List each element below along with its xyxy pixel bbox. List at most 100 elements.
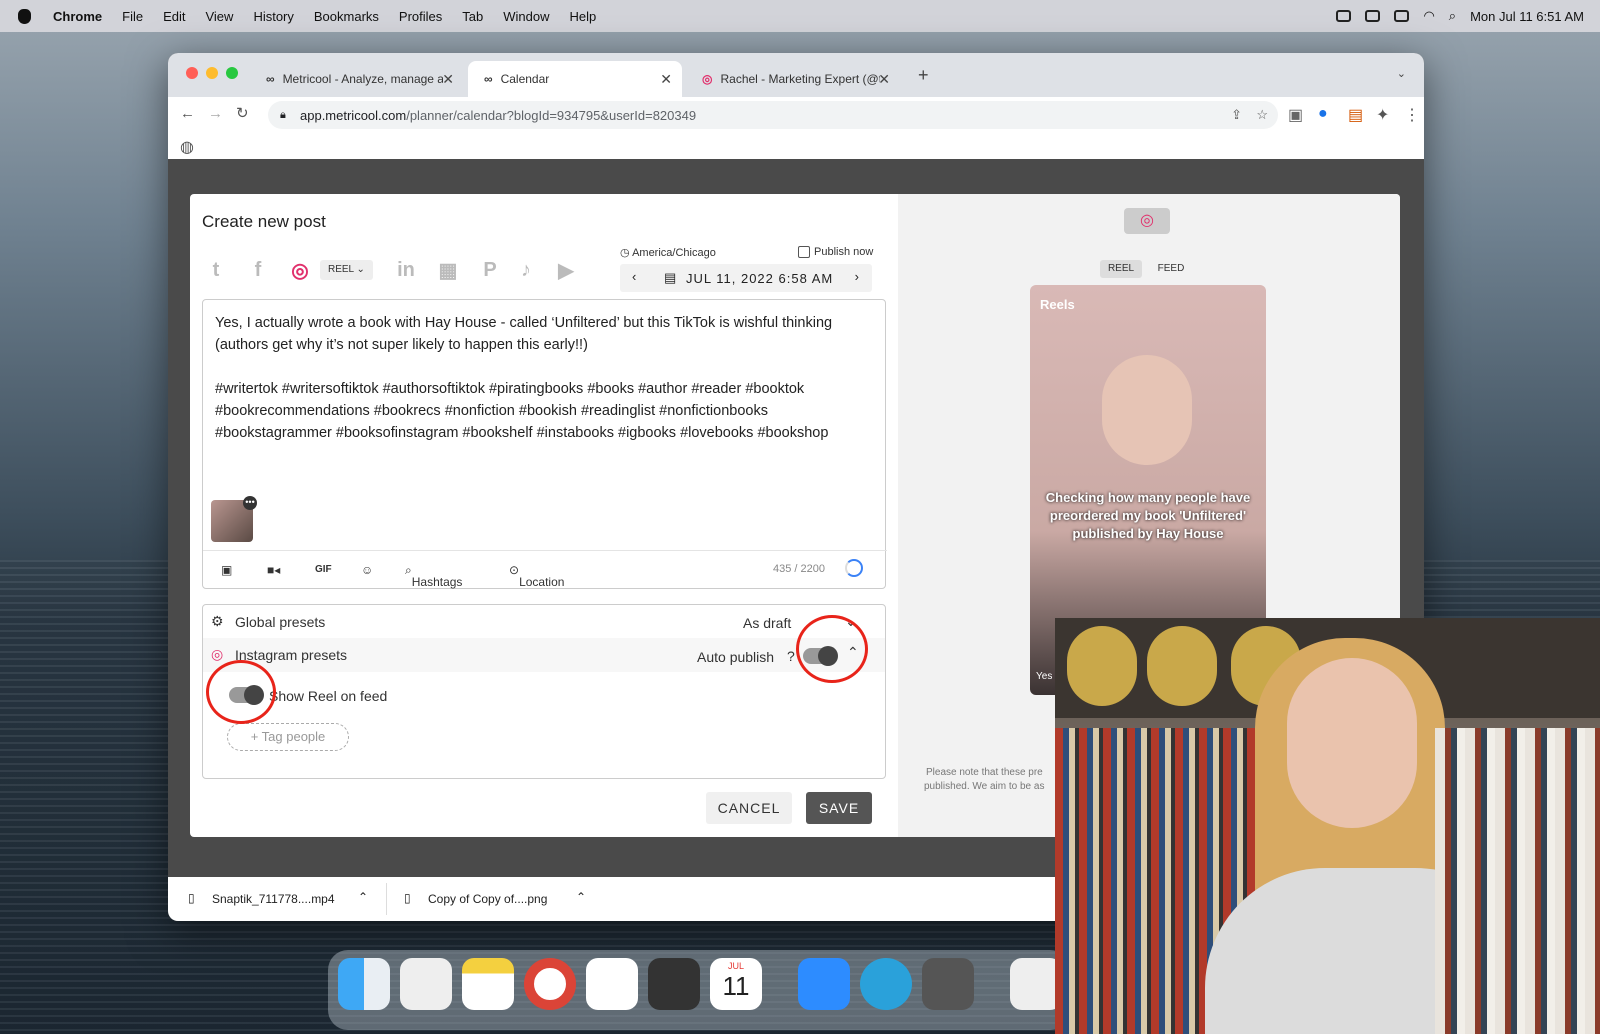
star-icon[interactable]: ☆ (1256, 107, 1268, 123)
new-tab-icon[interactable]: + (918, 65, 929, 86)
tab-metricool[interactable]: ∞ Metricool - Analyze, manage a ✕ (250, 61, 464, 97)
screen-icon[interactable] (1365, 10, 1381, 22)
close-tab-icon[interactable]: ✕ (878, 71, 890, 88)
chevron-up-icon[interactable]: ⌃ (576, 890, 586, 904)
gif-button[interactable]: GIF (315, 564, 332, 575)
back-icon[interactable]: ← (180, 105, 195, 122)
post-editor[interactable]: Yes, I actually wrote a book with Hay Ho… (202, 299, 887, 589)
menu-bookmarks[interactable]: Bookmarks (314, 9, 379, 24)
apple-icon[interactable] (18, 8, 31, 24)
date-picker[interactable]: ‹ ▤ JUL 11, 2022 6:58 AM › (620, 264, 872, 292)
record-icon[interactable] (1336, 10, 1352, 22)
menu-tab[interactable]: Tab (462, 9, 483, 24)
tag-people-button[interactable]: + Tag people (227, 723, 349, 751)
save-button[interactable]: SAVE (806, 792, 872, 824)
url-path: /planner/calendar?blogId=934795&userId=8… (406, 107, 697, 123)
image-icon[interactable]: ▣ (221, 563, 232, 577)
hashtags-button[interactable]: ⌕ Hashtags (405, 563, 462, 589)
clock[interactable]: Mon Jul 11 6:51 AM (1470, 9, 1584, 24)
date-time-value[interactable]: JUL 11, 2022 6:58 AM (686, 271, 833, 286)
emoji-icon[interactable]: ☺ (361, 563, 373, 577)
close-window-button[interactable] (186, 67, 198, 79)
zoom-icon[interactable] (798, 958, 850, 1010)
menu-profiles[interactable]: Profiles (399, 9, 442, 24)
calendar-app-icon[interactable]: JUL 11 (710, 958, 762, 1010)
download-item[interactable]: Copy of Copy of....png (428, 892, 547, 906)
video-editor-icon[interactable] (922, 958, 974, 1010)
video-icon[interactable]: ■◂ (267, 563, 280, 577)
globe-icon[interactable]: ◍ (180, 137, 194, 157)
close-tab-icon[interactable]: ✕ (660, 71, 672, 88)
webcam-overlay (1055, 618, 1600, 1034)
battery-icon[interactable] (1394, 10, 1410, 22)
puzzle-icon[interactable]: ✦ (1376, 105, 1389, 125)
auto-publish-label: Auto publish (697, 649, 775, 665)
finder-icon[interactable] (338, 958, 390, 1010)
extension-icon[interactable]: ▣ (1288, 105, 1303, 125)
menu-dots-icon[interactable]: ⋮ (1404, 105, 1420, 125)
more-icon[interactable]: ••• (243, 496, 257, 510)
help-icon[interactable]: ? (787, 648, 795, 664)
tiktok-icon[interactable]: ♪ (512, 256, 540, 284)
google-business-icon[interactable]: ▦ (434, 256, 462, 284)
progress-circle (845, 559, 863, 577)
download-item[interactable]: Snaptik_711778....mp4 (212, 892, 335, 906)
wifi-icon[interactable]: ◠ (1423, 8, 1434, 24)
instagram-icon[interactable]: ◎ (1124, 208, 1170, 234)
tab-calendar[interactable]: ∞ Calendar ✕ (468, 61, 682, 97)
metricool-icon: ∞ (484, 72, 493, 86)
facebook-icon[interactable]: f (244, 256, 272, 284)
media-thumbnail[interactable]: ••• (211, 496, 257, 542)
extension-icon[interactable]: ▤ (1348, 105, 1363, 125)
global-presets-row[interactable]: ⚙ Global presets As draft ⌄ (203, 605, 885, 639)
calculator-icon[interactable] (648, 958, 700, 1010)
menu-history[interactable]: History (253, 9, 293, 24)
global-presets-label: Global presets (235, 614, 326, 630)
reload-icon[interactable]: ↻ (236, 104, 249, 122)
share-icon[interactable]: ⇪ (1231, 107, 1242, 123)
url-field[interactable]: 🔒︎ app.metricool.com/planner/calendar?bl… (268, 101, 1278, 129)
next-date-icon[interactable]: › (855, 269, 860, 284)
tab-reel[interactable]: REEL (1100, 260, 1142, 278)
zoom-window-button[interactable] (226, 67, 238, 79)
tab-feed[interactable]: FEED (1150, 260, 1192, 278)
publish-now-checkbox[interactable]: Publish now (798, 246, 873, 258)
forward-icon[interactable]: → (208, 105, 223, 122)
minimize-window-button[interactable] (206, 67, 218, 79)
post-type-select[interactable]: REEL ⌄ (320, 260, 373, 280)
menu-view[interactable]: View (205, 9, 233, 24)
twitter-icon[interactable]: t (202, 256, 230, 284)
hashtag-line: #writertok #writersoftiktok #authorsofti… (215, 381, 805, 397)
menu-app[interactable]: Chrome (53, 9, 102, 24)
reel-user: Yes (1036, 671, 1053, 682)
location-button[interactable]: ⊙ Location (509, 563, 564, 589)
notes-icon[interactable] (462, 958, 514, 1010)
menu-help[interactable]: Help (570, 9, 597, 24)
chrome-icon[interactable] (524, 958, 576, 1010)
close-tab-icon[interactable]: ✕ (442, 71, 454, 88)
telegram-icon[interactable] (860, 958, 912, 1010)
gear-icon: ⚙ (211, 613, 224, 629)
slack-icon[interactable] (586, 958, 638, 1010)
tab-search-icon[interactable]: ⌄ (1397, 67, 1406, 80)
calendar-day: 11 (722, 971, 750, 1001)
search-icon[interactable]: ⌕ (1449, 8, 1456, 24)
menu-file[interactable]: File (122, 9, 143, 24)
person-face (1287, 658, 1417, 828)
youtube-icon[interactable]: ▶ (552, 256, 580, 284)
cancel-button[interactable]: CANCEL (706, 792, 792, 824)
pinterest-icon[interactable]: P (476, 256, 504, 284)
instagram-presets-row[interactable]: ◎ Instagram presets Auto publish ? ⌃ (203, 638, 885, 672)
chevron-up-icon[interactable]: ⌃ (358, 890, 368, 904)
checkbox-box[interactable] (798, 246, 810, 258)
post-text[interactable]: Yes, I actually wrote a book with Hay Ho… (215, 312, 875, 444)
instagram-icon[interactable]: ◎ (286, 256, 314, 284)
extension-icon[interactable]: ● (1318, 105, 1328, 123)
menu-window[interactable]: Window (503, 9, 549, 24)
linkedin-icon[interactable]: in (392, 256, 420, 284)
prev-date-icon[interactable]: ‹ (632, 269, 637, 284)
menu-edit[interactable]: Edit (163, 9, 185, 24)
timezone-label[interactable]: ◷ America/Chicago (620, 246, 716, 259)
launchpad-icon[interactable] (400, 958, 452, 1010)
tab-instagram[interactable]: ◎ Rachel - Marketing Expert (@t ✕ (686, 61, 900, 97)
